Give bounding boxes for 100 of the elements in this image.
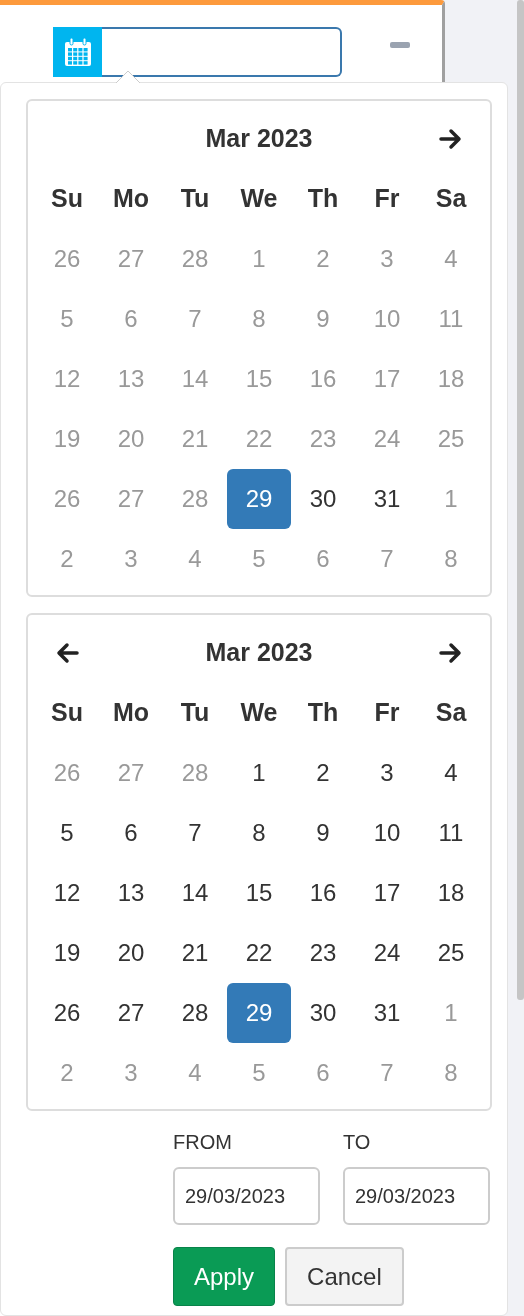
calendar-button[interactable] <box>53 27 102 77</box>
calendar-day[interactable]: 4 <box>163 529 227 589</box>
calendar-day[interactable]: 3 <box>99 1043 163 1103</box>
calendar-day[interactable]: 9 <box>291 803 355 863</box>
calendar-day[interactable]: 1 <box>419 469 483 529</box>
calendar-day[interactable]: 2 <box>291 743 355 803</box>
calendar-day[interactable]: 8 <box>419 529 483 589</box>
calendar-day[interactable]: 3 <box>355 229 419 289</box>
calendar-day[interactable]: 19 <box>35 409 99 469</box>
calendar-day[interactable]: 31 <box>355 469 419 529</box>
calendar-day[interactable]: 3 <box>99 529 163 589</box>
calendar-day[interactable]: 29 <box>227 469 291 529</box>
calendar-day[interactable]: 7 <box>355 1043 419 1103</box>
calendar-day[interactable]: 14 <box>163 863 227 923</box>
calendar-day[interactable]: 3 <box>355 743 419 803</box>
apply-button[interactable]: Apply <box>173 1247 276 1306</box>
calendar-day[interactable]: 19 <box>35 923 99 983</box>
calendar-day[interactable]: 26 <box>35 229 99 289</box>
calendar-day[interactable]: 13 <box>99 349 163 409</box>
next-month-icon[interactable] <box>439 127 463 151</box>
weekday-label: Th <box>306 183 340 215</box>
field-label: FROM <box>173 1130 233 1155</box>
previous-month-icon[interactable] <box>55 641 79 665</box>
calendar-day[interactable]: 6 <box>99 289 163 349</box>
calendar-day[interactable]: 26 <box>35 743 99 803</box>
calendar-day[interactable]: 28 <box>163 743 227 803</box>
calendar-day[interactable]: 2 <box>291 229 355 289</box>
calendar-day[interactable]: 26 <box>35 469 99 529</box>
calendar-day[interactable]: 6 <box>291 529 355 589</box>
calendar-day[interactable]: 8 <box>227 803 291 863</box>
calendar-day[interactable]: 26 <box>35 983 99 1043</box>
to-date-field[interactable]: 29/03/2023 <box>343 1167 490 1225</box>
calendar-day[interactable]: 5 <box>227 1043 291 1103</box>
calendar-day[interactable]: 5 <box>227 529 291 589</box>
calendar-day[interactable]: 20 <box>99 409 163 469</box>
calendar-day[interactable]: 1 <box>227 229 291 289</box>
calendar-day[interactable]: 25 <box>419 409 483 469</box>
calendar-day[interactable]: 30 <box>291 983 355 1043</box>
calendar-day[interactable]: 1 <box>227 743 291 803</box>
calendar-day[interactable]: 28 <box>163 229 227 289</box>
calendar-day[interactable]: 23 <box>291 923 355 983</box>
from-date-field[interactable]: 29/03/2023 <box>173 1167 320 1225</box>
calendar-day[interactable]: 7 <box>163 803 227 863</box>
weekday-label: Th <box>306 697 340 729</box>
calendar-day[interactable]: 11 <box>419 803 483 863</box>
calendar-day[interactable]: 27 <box>99 743 163 803</box>
calendar-day[interactable]: 5 <box>35 289 99 349</box>
calendar-day[interactable]: 7 <box>163 289 227 349</box>
calendar-day[interactable]: 27 <box>99 469 163 529</box>
calendar-day[interactable]: 16 <box>291 863 355 923</box>
calendar-day[interactable]: 31 <box>355 983 419 1043</box>
scrollbar-thumb[interactable] <box>517 0 524 1000</box>
calendar-day[interactable]: 24 <box>355 409 419 469</box>
calendar-day[interactable]: 23 <box>291 409 355 469</box>
calendar-day[interactable]: 5 <box>35 803 99 863</box>
month-title: Mar 2023 <box>204 637 314 669</box>
calendar-day[interactable]: 12 <box>35 863 99 923</box>
calendar-day[interactable]: 10 <box>355 289 419 349</box>
calendar-day[interactable]: 21 <box>163 923 227 983</box>
calendar-day[interactable]: 24 <box>355 923 419 983</box>
calendar-day[interactable]: 9 <box>291 289 355 349</box>
calendar-day[interactable]: 7 <box>355 529 419 589</box>
calendar-day[interactable]: 17 <box>355 349 419 409</box>
calendar-day[interactable]: 2 <box>35 1043 99 1103</box>
next-month-icon[interactable] <box>439 641 463 665</box>
cancel-button[interactable]: Cancel <box>285 1247 404 1306</box>
calendar-day[interactable]: 1 <box>419 983 483 1043</box>
calendar-day[interactable]: 22 <box>227 409 291 469</box>
calendar-day[interactable]: 18 <box>419 349 483 409</box>
calendar-day[interactable]: 25 <box>419 923 483 983</box>
calendar-day[interactable]: 12 <box>35 349 99 409</box>
calendar-day[interactable]: 15 <box>227 863 291 923</box>
calendar-day[interactable]: 17 <box>355 863 419 923</box>
calendar-day[interactable]: 16 <box>291 349 355 409</box>
calendar-day[interactable]: 4 <box>419 229 483 289</box>
calendar-day[interactable]: 13 <box>99 863 163 923</box>
calendar-day[interactable]: 20 <box>99 923 163 983</box>
calendar-day[interactable]: 15 <box>227 349 291 409</box>
weekday-label: Sa <box>434 183 468 215</box>
calendar-day[interactable]: 8 <box>227 289 291 349</box>
calendar-day[interactable]: 8 <box>419 1043 483 1103</box>
calendar-day[interactable]: 21 <box>163 409 227 469</box>
calendar-day[interactable]: 18 <box>419 863 483 923</box>
calendar-day[interactable]: 27 <box>99 983 163 1043</box>
calendar-day[interactable]: 14 <box>163 349 227 409</box>
calendar-day[interactable]: 22 <box>227 923 291 983</box>
calendar-day[interactable]: 27 <box>99 229 163 289</box>
calendar-day[interactable]: 29 <box>227 983 291 1043</box>
calendar-day[interactable]: 10 <box>355 803 419 863</box>
weekday-label: Fr <box>373 697 401 729</box>
calendar-day[interactable]: 4 <box>419 743 483 803</box>
calendar-day[interactable]: 28 <box>163 983 227 1043</box>
calendar-day[interactable]: 30 <box>291 469 355 529</box>
calendar-day[interactable]: 6 <box>99 803 163 863</box>
calendar-day[interactable]: 11 <box>419 289 483 349</box>
calendar-day[interactable]: 4 <box>163 1043 227 1103</box>
calendar-day[interactable]: 6 <box>291 1043 355 1103</box>
weekday-label: Tu <box>179 183 211 215</box>
calendar-day[interactable]: 28 <box>163 469 227 529</box>
calendar-day[interactable]: 2 <box>35 529 99 589</box>
